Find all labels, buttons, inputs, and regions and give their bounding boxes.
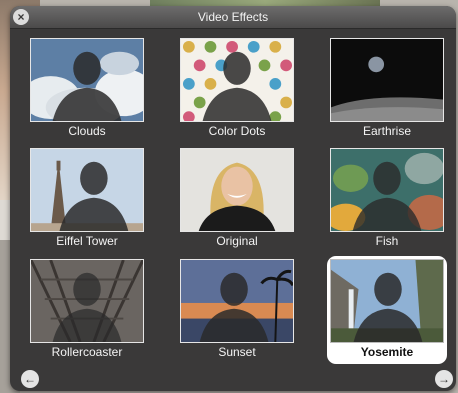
video-effects-panel: × Video Effects Clouds Color Dots Earthr… <box>10 6 456 391</box>
effect-thumbnail <box>330 38 444 122</box>
effect-label: Yosemite <box>360 345 414 359</box>
effect-label: Sunset <box>218 345 256 359</box>
effect-tile-sunset[interactable]: Sunset <box>177 256 297 364</box>
effect-thumbnail <box>30 148 144 232</box>
effect-thumbnail <box>180 38 294 122</box>
next-page-arrow-icon[interactable]: → <box>435 370 453 388</box>
effect-tile-yosemite[interactable]: Yosemite <box>327 256 447 364</box>
effect-label: Clouds <box>68 124 106 138</box>
effect-thumbnail <box>180 148 294 232</box>
effect-tile-original[interactable]: Original <box>177 145 297 253</box>
effect-tile-earthrise[interactable]: Earthrise <box>327 35 447 143</box>
effect-label: Fish <box>375 234 399 248</box>
previous-page-arrow-icon[interactable]: ← <box>21 370 39 388</box>
effect-label: Original <box>216 234 258 248</box>
effect-thumbnail <box>30 38 144 122</box>
effect-tile-clouds[interactable]: Clouds <box>27 35 147 143</box>
effect-thumbnail <box>330 148 444 232</box>
effect-label: Rollercoaster <box>51 345 123 359</box>
effect-label: Eiffel Tower <box>56 234 118 248</box>
window-title: Video Effects <box>197 10 269 24</box>
effect-tile-fish[interactable]: Fish <box>327 145 447 253</box>
effect-label: Color Dots <box>208 124 266 138</box>
effect-thumbnail <box>330 259 444 343</box>
effect-tile-rollercoaster[interactable]: Rollercoaster <box>27 256 147 364</box>
effect-thumbnail <box>180 259 294 343</box>
effect-thumbnail <box>30 259 144 343</box>
title-bar: × Video Effects <box>10 6 456 29</box>
effect-tile-eiffel-tower[interactable]: Eiffel Tower <box>27 145 147 253</box>
effect-tile-color-dots[interactable]: Color Dots <box>177 35 297 143</box>
effect-label: Earthrise <box>362 124 412 138</box>
